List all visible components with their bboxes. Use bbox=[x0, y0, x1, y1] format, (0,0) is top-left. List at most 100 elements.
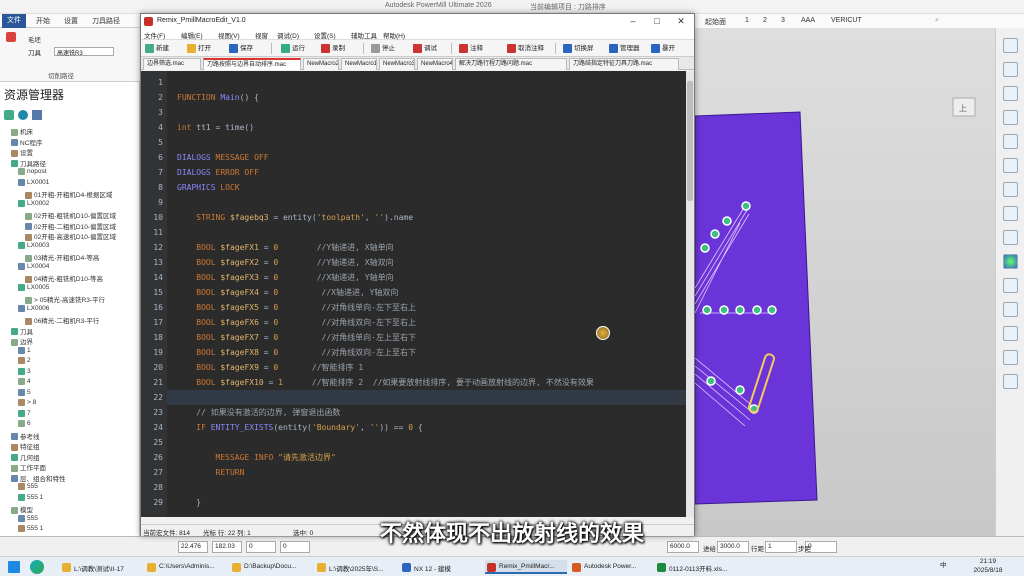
tree-item[interactable]: 06精光-二粗机R3-平行 bbox=[25, 315, 99, 325]
code-line[interactable]: BOOL $fageFX8 = 0 //对角线双向-左上至右下 bbox=[177, 345, 416, 360]
view-front-icon[interactable] bbox=[1003, 110, 1018, 125]
close-icon[interactable]: ✕ bbox=[671, 15, 691, 27]
taskbar-item[interactable]: Autodesk Power... bbox=[570, 560, 652, 574]
select-arrow-icon[interactable] bbox=[1003, 350, 1018, 365]
ribbon-right-2[interactable]: 2 bbox=[763, 17, 767, 24]
code-line[interactable]: BOOL $fageFX6 = 0 //对角线双向-左下至右上 bbox=[177, 315, 416, 330]
clock-date[interactable]: 2025/8/18 bbox=[960, 567, 1016, 574]
code-line[interactable]: BOOL $fageFX7 = 0 //对角线单向-左上至右下 bbox=[177, 330, 416, 345]
zoom-box-icon[interactable] bbox=[1003, 206, 1018, 221]
tree-item[interactable]: 7 bbox=[18, 409, 31, 420]
pointer-icon[interactable] bbox=[1003, 374, 1018, 389]
blank-icon[interactable] bbox=[6, 32, 16, 42]
tree-item[interactable]: 3 bbox=[18, 367, 31, 378]
tree-item[interactable]: 02开粗-高速机D10-偏置区域 bbox=[25, 231, 116, 241]
toolbar-button[interactable]: 取消注释 bbox=[507, 42, 544, 55]
toolbar-button[interactable]: 调试 bbox=[413, 42, 437, 55]
editor-tab[interactable]: 解决刀路行程刀路问题.mac bbox=[455, 58, 567, 70]
editor-tab[interactable]: NewMacro1 bbox=[341, 58, 377, 70]
3d-viewport[interactable]: 上 bbox=[695, 28, 995, 536]
taskbar-item[interactable]: D:\Backup\Docu... bbox=[230, 560, 312, 574]
toolbar-button[interactable]: 运行 bbox=[281, 42, 305, 55]
tree-item[interactable]: 工作平面 bbox=[11, 462, 46, 472]
ribbon-right-3[interactable]: 3 bbox=[781, 17, 785, 24]
code-line[interactable]: IF ENTITY_EXISTS(entity('Boundary', ''))… bbox=[177, 420, 422, 435]
code-line[interactable]: int tt1 = time() bbox=[177, 120, 254, 135]
zoom-fit-icon[interactable] bbox=[1003, 182, 1018, 197]
toolbar-button[interactable]: 切换屏 bbox=[563, 42, 594, 55]
explorer-globe-icon[interactable] bbox=[18, 110, 28, 120]
menu-item[interactable]: 编辑(E) bbox=[181, 30, 203, 40]
editor-tab[interactable]: NewMacro4 bbox=[417, 58, 453, 70]
view-iso-icon[interactable] bbox=[1003, 62, 1018, 77]
toolbar-button[interactable]: 管理器 bbox=[609, 42, 640, 55]
code-line[interactable]: BOOL $fageFX3 = 0 //X轴递进, Y轴单向 bbox=[177, 270, 393, 285]
tree-item[interactable]: nopost bbox=[18, 168, 47, 178]
view-side-icon[interactable] bbox=[1003, 134, 1018, 149]
toolbar-button[interactable]: 打开 bbox=[187, 42, 211, 55]
wireframe-icon[interactable] bbox=[1003, 278, 1018, 293]
tree-item[interactable]: 01开粗-开粗机D4-根据区域 bbox=[25, 189, 112, 199]
ribbon-blank-label[interactable]: 毛坯 bbox=[28, 34, 41, 44]
editor-tab[interactable]: 边界筛选.mac bbox=[143, 58, 201, 70]
input-method[interactable]: 中 bbox=[940, 559, 947, 569]
tree-item[interactable]: 特征组 bbox=[11, 441, 40, 451]
clock-time[interactable]: 21:19 bbox=[966, 558, 1010, 565]
tab-setup[interactable]: 设置 bbox=[64, 16, 78, 26]
menu-item[interactable]: 帮助(H) bbox=[383, 30, 405, 40]
taskbar-item[interactable]: 0112-0113开料.xls... bbox=[655, 560, 737, 574]
code-line[interactable]: STRING $fagebq3 = entity('toolpath', '')… bbox=[177, 210, 413, 225]
ribbon-tool-label[interactable]: 刀具 bbox=[28, 47, 41, 57]
editor-tab[interactable]: 刀路按照与边界自动排序.mac bbox=[203, 58, 301, 70]
menu-item[interactable]: 调试(D) bbox=[277, 30, 299, 40]
editor-tab[interactable]: 刀路结指定特征刀具刀路.mac bbox=[569, 58, 679, 70]
tree-item[interactable]: 6 bbox=[18, 420, 31, 430]
tree-item[interactable]: 4 bbox=[18, 378, 31, 388]
tree-item[interactable]: 边界 bbox=[11, 336, 33, 346]
status-field[interactable]: 1 bbox=[765, 541, 797, 553]
search-icon[interactable] bbox=[1003, 230, 1018, 245]
code-line[interactable]: DIALOGS ERROR OFF bbox=[177, 165, 259, 180]
edge-icon[interactable] bbox=[30, 560, 44, 574]
menu-item[interactable]: 辅助工具 bbox=[351, 30, 377, 40]
taskbar-item[interactable]: Remix_PmillMacr... bbox=[485, 560, 567, 574]
maximize-icon[interactable]: □ bbox=[647, 15, 667, 27]
taskbar-item[interactable]: L:\调教\2025年\S... bbox=[315, 560, 397, 574]
tree-item[interactable]: 5 bbox=[18, 388, 31, 399]
tree-item[interactable]: 555 1 bbox=[18, 525, 43, 535]
code-line[interactable]: BOOL $fageFX1 = 0 //Y轴递进, X轴单向 bbox=[177, 240, 393, 255]
view-cube-icon[interactable] bbox=[1003, 86, 1018, 101]
taskbar-item[interactable]: NX 12 - 建模 bbox=[400, 560, 482, 574]
tree-item[interactable]: 参考线 bbox=[11, 431, 40, 441]
block-icon[interactable] bbox=[1003, 326, 1018, 341]
code-line[interactable]: BOOL $fageFX5 = 0 //对角线单向-左下至右上 bbox=[177, 300, 416, 315]
menu-item[interactable]: 视窗 bbox=[255, 30, 268, 40]
shading-icon[interactable] bbox=[1003, 254, 1018, 269]
scroll-thumb[interactable] bbox=[687, 81, 693, 201]
tree-item[interactable]: > 8 bbox=[18, 399, 36, 409]
code-line[interactable]: RETURN bbox=[177, 465, 245, 480]
editor-title-bar[interactable]: Remix_PmillMacroEdit_V1.0 – □ ✕ bbox=[141, 14, 694, 28]
code-editor[interactable]: 1 2 3 4 5 6 7 8 9 10 11 12 13 14 15 16 17 18 19 20 21 22 23 24 2… bbox=[141, 71, 686, 517]
tree-item[interactable]: 02开粗-粗铣机D10-偏置区域 bbox=[25, 210, 116, 220]
tree-item[interactable]: LX0001 bbox=[18, 178, 49, 189]
tree-item[interactable]: 2 bbox=[18, 357, 31, 367]
explorer-home-icon[interactable] bbox=[4, 110, 14, 120]
tree-item[interactable]: LX0004 bbox=[18, 262, 49, 273]
menu-item[interactable]: 设置(S) bbox=[314, 30, 336, 40]
code-line[interactable]: BOOL $fageFX2 = 0 //Y轴递进, X轴双向 bbox=[177, 255, 393, 270]
code-line[interactable]: MESSAGE INFO "请先激活边界" bbox=[177, 450, 336, 465]
tree-item[interactable]: LX0006 bbox=[18, 304, 49, 315]
tree-item[interactable]: 刀具路径 bbox=[11, 158, 46, 168]
cube-shade-icon[interactable] bbox=[1003, 302, 1018, 317]
code-line[interactable]: FUNCTION Main() { bbox=[177, 90, 259, 105]
toolbar-button[interactable]: 保存 bbox=[229, 42, 253, 55]
view-tool-icon[interactable] bbox=[1003, 38, 1018, 53]
toolbar-button[interactable]: 暴开 bbox=[651, 42, 675, 55]
tab-file[interactable]: 文件 bbox=[2, 14, 26, 28]
toolbar-button[interactable]: 新建 bbox=[145, 42, 169, 55]
tree-item[interactable]: NC程序 bbox=[11, 137, 42, 147]
ribbon-right-aaa[interactable]: AAA bbox=[801, 17, 815, 24]
tree-item[interactable]: > 05精光-高速铣R3-平行 bbox=[25, 294, 105, 304]
toolbar-button[interactable]: 停止 bbox=[371, 42, 395, 55]
